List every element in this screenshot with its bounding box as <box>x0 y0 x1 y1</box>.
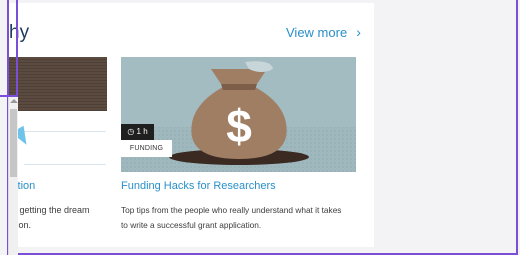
popup-frame <box>0 0 18 97</box>
chevron-right-icon: › <box>356 24 361 40</box>
duration-badge: ◷ 1 h <box>121 124 154 140</box>
main-card-description: Top tips from the people who really unde… <box>121 205 342 230</box>
clock-icon: ◷ <box>127 127 135 136</box>
category-badge: FUNDING <box>121 140 172 157</box>
divider <box>24 131 106 132</box>
divider <box>24 164 106 165</box>
view-more-label: View more <box>286 25 348 40</box>
view-more-link[interactable]: View more › <box>286 24 361 40</box>
scroll-thumb[interactable] <box>10 109 17 177</box>
scroll-up-arrow-icon[interactable] <box>10 99 18 103</box>
svg-text:$: $ <box>226 100 252 152</box>
main-card-title[interactable]: Funding Hacks for Researchers <box>121 180 276 192</box>
scrollbar[interactable] <box>8 97 18 255</box>
left-card-description: or getting the dream ation. <box>9 205 90 230</box>
left-card-image[interactable] <box>9 57 107 111</box>
